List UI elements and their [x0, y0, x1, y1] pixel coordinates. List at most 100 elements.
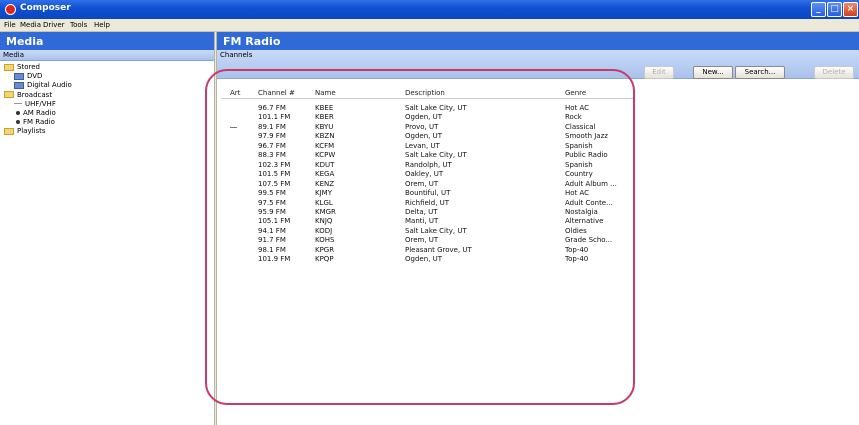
cell-name: KMGR — [315, 207, 336, 216]
cell-name: KENZ — [315, 179, 335, 188]
media-pane-subheader: Media — [0, 50, 214, 61]
cell-name: KCPW — [315, 151, 336, 160]
cell-genre: Adult Conte... — [565, 198, 613, 207]
maximize-button[interactable]: □ — [827, 2, 842, 17]
cell-channel: 107.5 FM — [258, 179, 291, 188]
radio-icon — [16, 120, 20, 125]
cell-genre: Hot AC — [565, 104, 590, 112]
channels-grid — [217, 79, 859, 425]
folder-icon — [4, 127, 14, 135]
cell-channel: 95.9 FM — [258, 207, 286, 216]
cell-name: KBZN — [315, 132, 335, 141]
antenna-icon — [14, 103, 22, 105]
new-button[interactable]: New... — [693, 66, 733, 79]
channels-label: Channels — [220, 51, 253, 59]
tree-item[interactable]: UHF/VHF — [14, 100, 56, 109]
cell-name: KBEE — [315, 104, 334, 112]
cell-description: Salt Lake City, UT — [405, 151, 467, 160]
cell-genre: Smooth Jazz — [565, 132, 608, 141]
cell-description: Salt Lake City, UT — [405, 226, 467, 235]
cell-description: Randolph, UT — [405, 160, 452, 169]
cell-genre: Public Radio — [565, 151, 608, 160]
cell-description: Bountiful, UT — [405, 189, 451, 198]
menu-bar: File Media Driver Tools Help — [0, 19, 859, 32]
tree-item[interactable]: DVD — [14, 72, 42, 81]
tree-item-label: Stored — [17, 63, 40, 71]
cell-channel: 101.9 FM — [258, 255, 291, 264]
cell-genre: Country — [565, 170, 593, 179]
tree-item-label: Broadcast — [17, 90, 53, 99]
tree-item[interactable]: AM Radio — [14, 109, 56, 118]
cell-channel: 88.3 FM — [258, 151, 286, 160]
cell-channel: 97.9 FM — [258, 132, 286, 141]
tree-item-label: DVD — [27, 72, 43, 81]
tree-item[interactable]: Stored — [4, 63, 40, 72]
cell-genre: Classical — [565, 122, 596, 131]
tree-item-label: FM Radio — [23, 118, 55, 127]
app-logo-icon — [5, 4, 16, 15]
cell-description: Pleasant Grove, UT — [405, 245, 472, 254]
cell-description: Levan, UT — [405, 141, 440, 150]
art-marker — [230, 126, 237, 128]
tree-item-label: Digital Audio — [27, 81, 72, 90]
header-divider — [221, 98, 633, 99]
cell-genre: Spanish — [565, 160, 593, 169]
menu-media[interactable]: Media — [20, 21, 41, 29]
cell-name: KEGA — [315, 170, 335, 179]
search-button[interactable]: Search... — [735, 66, 785, 79]
tree-item[interactable]: Playlists — [4, 127, 46, 136]
cell-genre: Adult Album ... — [565, 179, 617, 188]
delete-button[interactable]: Delete — [814, 66, 854, 79]
cell-description: Richfield, UT — [405, 198, 450, 207]
folder-icon — [4, 91, 14, 99]
cell-channel: 101.5 FM — [258, 170, 291, 179]
cell-channel: 97.5 FM — [258, 198, 286, 207]
tree-item-label: AM Radio — [23, 109, 56, 117]
cell-description: Orem, UT — [405, 179, 439, 188]
cell-description: Provo, UT — [405, 122, 439, 131]
tree-item[interactable]: FM Radio — [14, 118, 55, 127]
cell-genre: Oldies — [565, 226, 587, 235]
cell-description: Ogden, UT — [405, 113, 442, 122]
menu-driver[interactable]: Driver — [43, 21, 65, 29]
media-device-icon — [14, 81, 24, 89]
cell-description: Ogden, UT — [405, 132, 442, 141]
media-tree: Stored DVD Digital Audio Broadcast UHF/VHF AM… — [0, 61, 214, 425]
cell-name: KPGR — [315, 245, 335, 254]
tree-item[interactable]: Digital Audio — [14, 81, 72, 90]
cell-channel: 96.7 FM — [258, 141, 286, 150]
cell-description: Orem, UT — [405, 236, 439, 245]
cell-channel: 98.1 FM — [258, 245, 286, 254]
tree-item[interactable]: Broadcast — [4, 91, 52, 100]
cell-name: KBYU — [315, 122, 334, 131]
cell-channel: 105.1 FM — [258, 217, 291, 226]
edit-button[interactable]: Edit — [644, 66, 674, 79]
close-button[interactable]: × — [843, 2, 858, 17]
cell-name: KDUT — [315, 160, 335, 169]
cell-description: Delta, UT — [405, 207, 438, 216]
cell-description: Oakley, UT — [405, 170, 444, 179]
cell-channel: 99.5 FM — [258, 189, 286, 198]
cell-channel: 101.1 FM — [258, 113, 291, 122]
menu-file[interactable]: File — [4, 21, 16, 29]
cell-channel: 89.1 FM — [258, 122, 286, 131]
cell-genre: Nostalgia — [565, 207, 598, 216]
cell-name: KOHS — [315, 236, 335, 245]
title-bar: Composer _ □ × — [0, 0, 859, 19]
fm-radio-header: FM Radio — [217, 32, 859, 50]
cell-description: Manti, UT — [405, 217, 439, 226]
radio-icon — [16, 111, 20, 115]
cell-channel: 102.3 FM — [258, 160, 291, 169]
cell-genre: Alternative — [565, 217, 604, 226]
tree-item-label: Playlists — [17, 127, 46, 136]
cell-name: KNJQ — [315, 217, 333, 226]
cell-name: KJMY — [315, 189, 332, 198]
menu-help[interactable]: Help — [94, 21, 110, 29]
cell-description: Ogden, UT — [405, 255, 442, 264]
minimize-button[interactable]: _ — [811, 2, 826, 17]
cell-channel: 91.7 FM — [258, 236, 286, 245]
folder-icon — [4, 63, 14, 71]
cell-genre: Rock — [565, 113, 582, 122]
cell-name: KCFM — [315, 141, 335, 150]
menu-tools[interactable]: Tools — [70, 21, 87, 29]
